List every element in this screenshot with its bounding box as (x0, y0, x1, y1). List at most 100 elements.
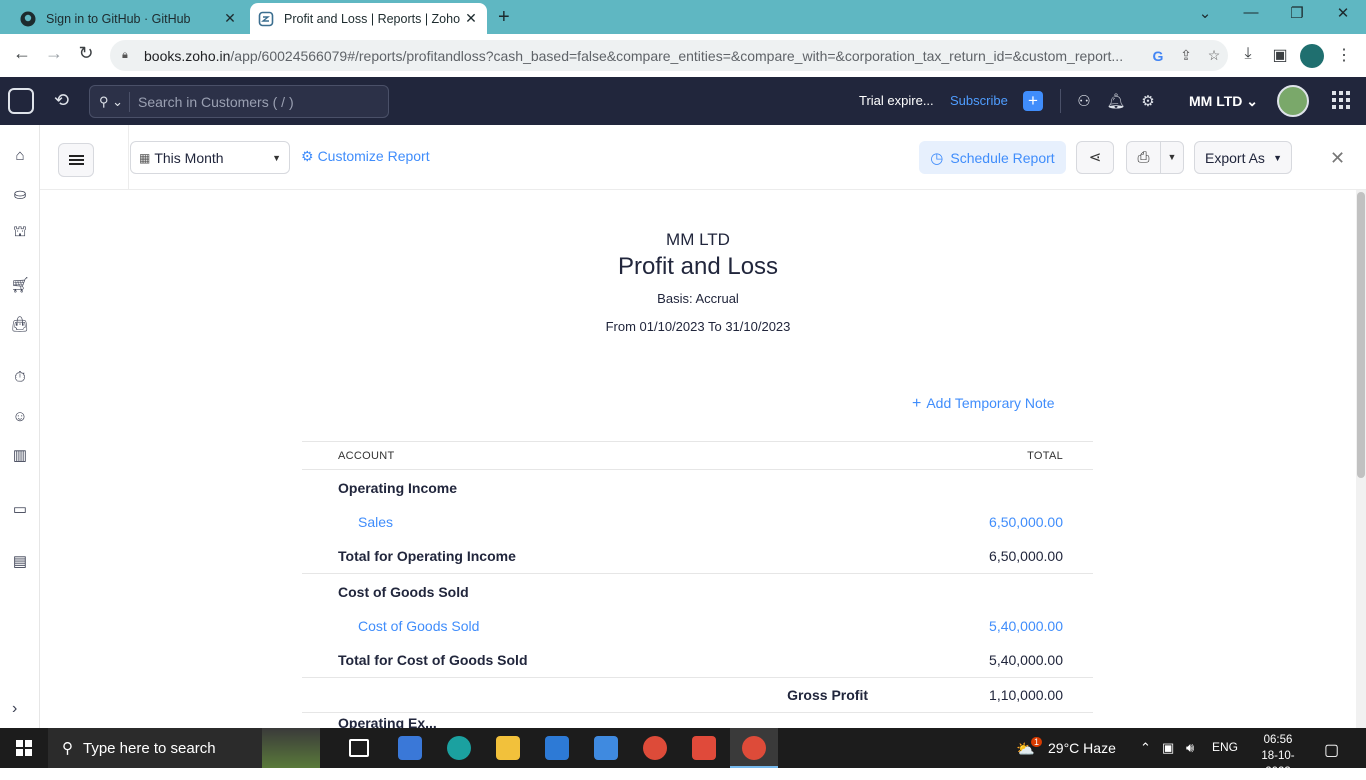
chevron-up-icon[interactable]: ⌃ (1140, 740, 1151, 756)
system-clock[interactable]: 06:56 18-10-2023 (1249, 732, 1307, 780)
subscribe-link[interactable]: Subscribe (950, 93, 1008, 108)
quick-create-button[interactable]: + (1023, 91, 1043, 111)
url-text[interactable]: books.zoho.in/app/60024566079#/reports/p… (144, 48, 1144, 64)
close-icon[interactable]: ✕ (1330, 148, 1345, 169)
period-select[interactable]: ▦ This Month ▼ (130, 141, 290, 174)
settings-gear-icon[interactable]: ⚙ (1138, 92, 1158, 110)
zoho-books-logo[interactable] (8, 88, 34, 114)
download-icon[interactable]: ⤓ (1236, 45, 1260, 63)
reports-icon[interactable]: ▥ (10, 446, 30, 466)
basket-icon[interactable]: ⛀ (10, 185, 30, 205)
bag-icon[interactable]: 👜︎ (10, 315, 30, 335)
group-heading-row: Cost of Goods Sold (302, 574, 1093, 610)
share-icon[interactable]: ⋖ (1076, 141, 1114, 174)
trial-status[interactable]: Trial expire... (859, 93, 934, 108)
reload-icon[interactable]: ↻ (74, 43, 98, 64)
network-icon[interactable]: ▣ (1162, 740, 1174, 756)
report-title: Profit and Loss (617, 253, 779, 280)
forward-button[interactable]: → (42, 43, 66, 64)
mail-icon[interactable] (594, 736, 618, 760)
account-total-link[interactable]: 6,50,000.00 (893, 514, 1093, 530)
account-row[interactable]: Sales 6,50,000.00 (302, 506, 1093, 538)
folder-icon[interactable]: ▭ (10, 500, 30, 520)
bookmark-star-icon[interactable]: ☆ (1200, 47, 1228, 64)
sidebar-icon[interactable]: ▣ (1268, 45, 1292, 65)
customize-report-link[interactable]: ⚙ Customize Report (301, 148, 430, 165)
bank-icon[interactable]: ⛫ (10, 223, 30, 243)
account-link[interactable]: Sales (302, 514, 893, 530)
address-bar[interactable]: 🔒︎ books.zoho.in/app/60024566079#/report… (110, 40, 1228, 71)
minimize-button[interactable]: — (1236, 4, 1266, 21)
group-total-label: Total for Cost of Goods Sold (338, 651, 528, 668)
gross-profit-label: Gross Profit (787, 687, 868, 703)
active-chrome-task[interactable] (730, 728, 778, 768)
language-indicator[interactable]: ENG (1212, 740, 1238, 754)
explorer-icon[interactable] (496, 736, 520, 760)
chevron-right-icon[interactable]: › (12, 700, 17, 718)
tab-search-chevron-icon[interactable]: ⌄ (1190, 4, 1220, 22)
profile-icon[interactable] (1300, 44, 1324, 68)
cart-icon[interactable]: 🛒︎ (10, 276, 30, 296)
store-icon[interactable] (545, 736, 569, 760)
gear-icon: ⚙ (301, 148, 314, 164)
tab-profit-and-loss[interactable]: Profit and Loss | Reports | Zoho ✕ (250, 3, 487, 34)
vertical-scrollbar[interactable] (1356, 190, 1366, 728)
users-icon[interactable]: ⚇ (1074, 92, 1094, 110)
share-page-icon[interactable]: ⇪ (1172, 47, 1200, 64)
printer-icon[interactable]: ⎙ (1127, 142, 1161, 173)
document-icon[interactable]: ▤ (10, 552, 30, 572)
organization-switcher[interactable]: MM LTD ⌄ (1189, 93, 1258, 110)
contacts-icon[interactable]: ☺ (10, 408, 30, 428)
back-button[interactable]: ← (10, 43, 34, 64)
windows-icon[interactable] (16, 740, 32, 756)
export-as-button[interactable]: Export As ▼ (1194, 141, 1292, 174)
apps-grid-icon[interactable] (1332, 91, 1350, 109)
recent-activity-icon[interactable]: ⟲ (54, 90, 69, 111)
home-icon[interactable]: ⌂ (10, 147, 30, 167)
print-button[interactable]: ⎙ ▼ (1126, 141, 1184, 174)
video-icon[interactable] (692, 736, 716, 760)
customize-label: Customize Report (317, 148, 430, 164)
print-options-caret[interactable]: ▼ (1161, 142, 1183, 173)
group-heading: Operating Income (338, 480, 458, 496)
notification-center-icon[interactable]: ▢ (1324, 740, 1339, 760)
task-view-icon[interactable] (349, 739, 369, 757)
search-icon: ⚲ (62, 740, 73, 757)
plus-icon: + (912, 395, 922, 412)
company-name: MM LTD (666, 230, 730, 249)
chrome-icon (742, 736, 766, 760)
report-date-range: From 01/10/2023 To 31/10/2023 (605, 319, 791, 334)
account-row[interactable]: Cost of Goods Sold 5,40,000.00 (302, 610, 1093, 642)
notification-bell-icon[interactable]: 🔔︎ (1106, 92, 1126, 110)
scrollbar-thumb[interactable] (1357, 192, 1365, 478)
global-search[interactable]: ⚲ ⌄ (89, 85, 389, 118)
volume-icon[interactable]: 🔊︎ (1186, 740, 1194, 756)
clock-time: 06:56 (1263, 734, 1293, 746)
user-avatar[interactable] (1277, 85, 1309, 117)
google-icon[interactable]: G (1144, 48, 1172, 64)
period-label: This Month (154, 149, 224, 166)
close-tab-icon[interactable]: ✕ (461, 10, 481, 27)
search-input[interactable] (138, 93, 378, 110)
add-temporary-note-link[interactable]: + Add Temporary Note (912, 395, 1054, 413)
restore-button[interactable]: ❐ (1282, 4, 1312, 22)
weather-badge: 1 (1031, 737, 1043, 747)
edge-icon[interactable] (447, 736, 471, 760)
search-icon[interactable]: ⚲ ⌄ (99, 94, 129, 110)
caret-down-icon: ▼ (1273, 152, 1282, 163)
timer-icon[interactable]: ⏱ (10, 369, 30, 389)
app-icon[interactable] (398, 736, 422, 760)
report-table: ACCOUNT TOTAL Operating Income Sales 6,5… (302, 441, 1093, 728)
account-link[interactable]: Cost of Goods Sold (302, 618, 893, 634)
close-window-button[interactable]: ✕ (1328, 4, 1358, 22)
weather-text[interactable]: 29°C Haze (1048, 740, 1116, 756)
account-total-link[interactable]: 5,40,000.00 (893, 618, 1093, 634)
chrome-icon[interactable] (643, 736, 667, 760)
group-total-value: 6,50,000.00 (989, 547, 1063, 564)
close-tab-icon[interactable]: ✕ (220, 10, 240, 27)
tab-github[interactable]: Sign in to GitHub · GitHub ✕ (12, 3, 246, 34)
menu-dots-icon[interactable]: ⋮ (1332, 45, 1356, 65)
schedule-report-button[interactable]: ◷ Schedule Report (919, 141, 1066, 174)
report-menu-button[interactable] (58, 143, 94, 177)
new-tab-button[interactable]: + (498, 6, 510, 29)
